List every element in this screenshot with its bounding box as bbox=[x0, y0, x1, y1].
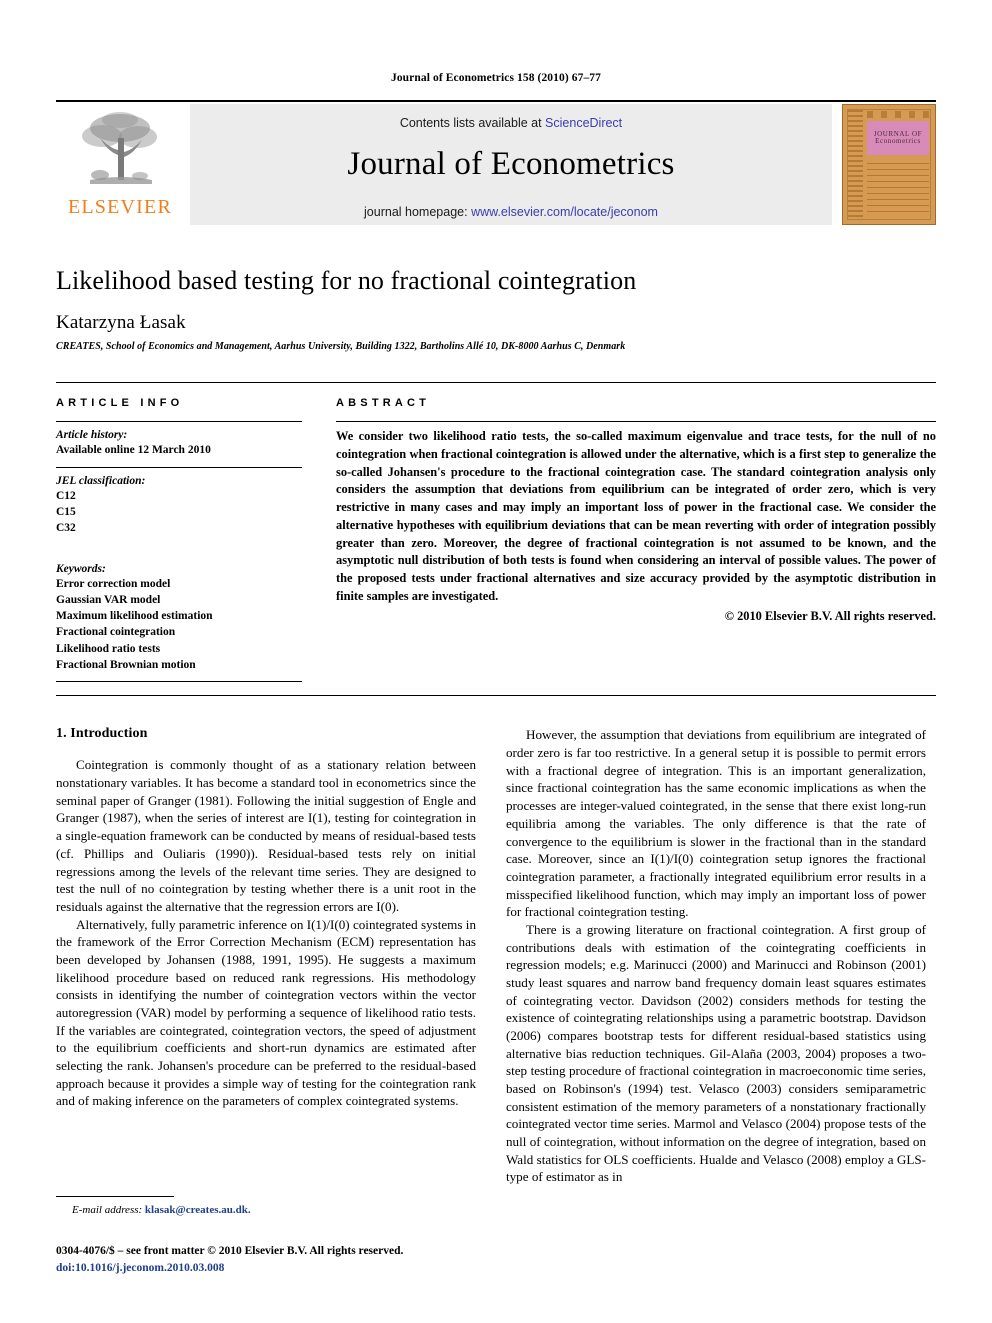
page-footer: 0304-4076/$ – see front matter © 2010 El… bbox=[56, 1243, 526, 1278]
page-title: Likelihood based testing for no fraction… bbox=[56, 266, 637, 295]
article-history-label: Article history: bbox=[56, 429, 128, 442]
keyword-item: Likelihood ratio tests bbox=[56, 642, 161, 655]
cover-text-lines bbox=[867, 163, 929, 214]
keyword-item: Gaussian VAR model bbox=[56, 593, 161, 606]
abstract-copyright: © 2010 Elsevier B.V. All rights reserved… bbox=[724, 608, 936, 623]
journal-title: Journal of Econometrics bbox=[347, 146, 675, 182]
keyword-item: Fractional Brownian motion bbox=[56, 659, 196, 672]
contents-available-line: Contents lists available at ScienceDirec… bbox=[190, 104, 832, 130]
footnote-rule bbox=[56, 1196, 174, 1197]
article-history-item: Available online 12 March 2010 bbox=[56, 444, 211, 457]
cover-title-line2: Econometrics bbox=[875, 137, 921, 145]
abstract-text: We consider two likelihood ratio tests, … bbox=[336, 429, 936, 603]
paragraph: Cointegration is commonly thought of as … bbox=[56, 757, 476, 914]
jel-label: JEL classification: bbox=[56, 474, 146, 487]
author-name: Katarzyna Łasak bbox=[56, 312, 186, 334]
section-heading-introduction: 1. Introduction bbox=[56, 726, 148, 742]
keyword-item: Maximum likelihood estimation bbox=[56, 610, 213, 623]
abstract-heading: ABSTRACT bbox=[336, 397, 431, 410]
homepage-prefix: journal homepage: bbox=[364, 205, 472, 219]
journal-homepage-link[interactable]: www.elsevier.com/locate/jeconom bbox=[471, 205, 658, 219]
issn-copyright-line: 0304-4076/$ – see front matter © 2010 El… bbox=[56, 1245, 404, 1257]
paragraph: Alternatively, fully parametric inferenc… bbox=[56, 916, 476, 1109]
title-block: Likelihood based testing for no fraction… bbox=[56, 265, 936, 352]
cover-spine bbox=[848, 110, 863, 219]
body-left-column: 1. Introduction Cointegration is commonl… bbox=[56, 726, 476, 1185]
keywords-label: Keywords: bbox=[56, 562, 106, 575]
jel-code: C15 bbox=[56, 505, 76, 518]
article-history-group: Article history: Available online 12 Mar… bbox=[56, 422, 302, 466]
sciencedirect-link[interactable]: ScienceDirect bbox=[545, 116, 622, 130]
email-address-label: E-mail address: bbox=[72, 1204, 143, 1216]
email-address-link[interactable]: klasak@creates.au.dk. bbox=[145, 1204, 251, 1216]
elsevier-logo: ELSEVIER bbox=[56, 106, 184, 224]
journal-masthead: ELSEVIER Contents lists available at Sci… bbox=[56, 100, 936, 227]
keyword-item: Error correction model bbox=[56, 577, 171, 590]
author-affiliation: CREATES, School of Economics and Managem… bbox=[56, 341, 626, 353]
elsevier-tree-icon bbox=[82, 112, 157, 184]
divider bbox=[56, 695, 936, 697]
body-columns: 1. Introduction Cointegration is commonl… bbox=[56, 726, 936, 1185]
paragraph: There is a growing literature on fractio… bbox=[506, 921, 926, 1185]
footnote-block: E-mail address: klasak@creates.au.dk. bbox=[56, 1196, 476, 1216]
cover-top-hatch bbox=[867, 111, 929, 118]
paragraph: However, the assumption that deviations … bbox=[506, 727, 926, 920]
abstract-column: ABSTRACT We consider two likelihood rati… bbox=[336, 397, 936, 682]
doi-link[interactable]: doi:10.1016/j.jeconom.2010.03.008 bbox=[56, 1260, 526, 1277]
running-head: Journal of Econometrics 158 (2010) 67–77 bbox=[390, 72, 602, 84]
contents-prefix: Contents lists available at bbox=[399, 116, 546, 130]
keyword-item: Fractional cointegration bbox=[56, 626, 176, 639]
article-info-column: ARTICLE INFO Article history: Available … bbox=[56, 397, 302, 683]
info-abstract-region: ARTICLE INFO Article history: Available … bbox=[56, 382, 936, 683]
footnote-text: E-mail address: klasak@creates.au.dk. bbox=[56, 1204, 476, 1216]
jel-code: C12 bbox=[56, 489, 76, 502]
elsevier-wordmark: ELSEVIER bbox=[67, 196, 173, 218]
cover-title-box: JOURNAL OF Econometrics bbox=[867, 121, 929, 155]
paper-page: Journal of Econometrics 158 (2010) 67–77… bbox=[0, 0, 992, 1323]
divider bbox=[56, 681, 302, 683]
masthead-band: Contents lists available at ScienceDirec… bbox=[190, 104, 832, 225]
jel-code: C32 bbox=[56, 522, 76, 535]
journal-homepage-line: journal homepage: www.elsevier.com/locat… bbox=[190, 205, 832, 219]
body-right-column: However, the assumption that deviations … bbox=[506, 726, 926, 1185]
jel-group: JEL classification: C12 C15 C32 bbox=[56, 468, 302, 545]
keywords-group: Keywords: Error correction model Gaussia… bbox=[56, 556, 302, 682]
journal-cover-thumbnail: JOURNAL OF Econometrics bbox=[842, 104, 936, 225]
article-info-heading: ARTICLE INFO bbox=[56, 397, 184, 410]
